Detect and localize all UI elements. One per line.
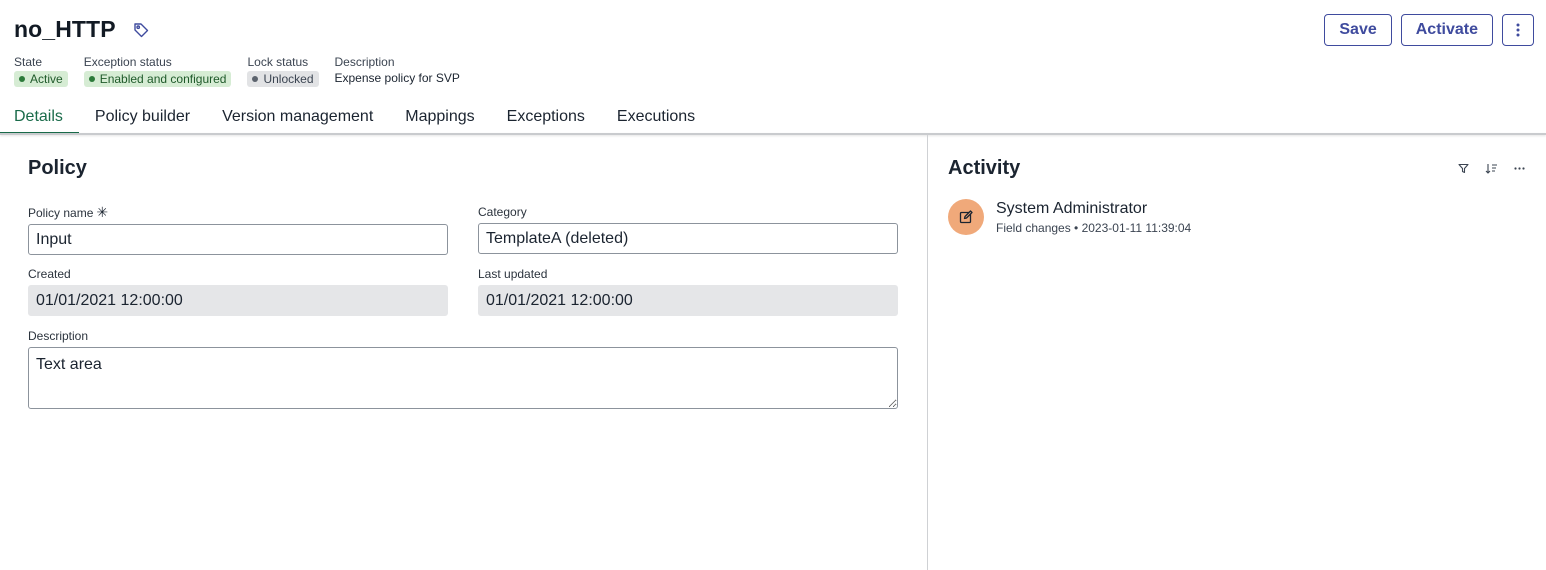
policy-section-title: Policy: [28, 157, 87, 179]
status-dot-icon: [88, 76, 95, 82]
title-row: no_HTTP: [14, 16, 150, 43]
more-options-button[interactable]: [1502, 14, 1534, 46]
page-title: no_HTTP: [14, 16, 116, 42]
exception-status-label: Exception status: [83, 55, 172, 69]
activity-panel: Activity System Administrator Field chan…: [929, 135, 1546, 570]
more-horizontal-icon[interactable]: [1512, 161, 1526, 175]
category-label: Category: [478, 205, 527, 219]
policy-name-input[interactable]: Input: [28, 224, 448, 255]
exception-status-badge: Enabled and configured: [83, 71, 232, 87]
description-label: Description: [28, 329, 89, 343]
header-actions: Save Activate: [1315, 14, 1534, 46]
exception-status-value: Enabled and configured: [99, 72, 227, 86]
policy-name-field: Policy name ✳ Input: [28, 205, 448, 255]
status-dot-icon: [252, 76, 259, 82]
tag-icon[interactable]: [132, 21, 150, 39]
description-meta-value: Expense policy for SVP: [334, 71, 460, 85]
meta-row: State Active Exception status Enabled an…: [14, 55, 476, 87]
description-field: Description Text area: [28, 329, 898, 409]
state-badge: Active: [14, 71, 68, 87]
activity-entry: System Administrator Field changes • 202…: [948, 199, 1191, 236]
lock-status-label: Lock status: [247, 55, 309, 69]
state-meta: State Active: [14, 55, 68, 87]
last-updated-field: Last updated 01/01/2021 12:00:00: [478, 267, 898, 316]
tab-bar: Details Policy builder Version managemen…: [0, 103, 1546, 134]
tab-exceptions[interactable]: Exceptions: [491, 103, 601, 134]
category-input[interactable]: TemplateA (deleted): [478, 223, 898, 254]
lock-status-value: Unlocked: [263, 72, 314, 86]
avatar: [948, 199, 984, 235]
activity-tools: [1442, 161, 1526, 175]
created-value: 01/01/2021 12:00:00: [28, 285, 448, 316]
created-field: Created 01/01/2021 12:00:00: [28, 267, 448, 316]
activity-entry-detail: Field changes • 2023-01-11 11:39:04: [996, 221, 1192, 235]
tab-mappings[interactable]: Mappings: [389, 103, 490, 134]
policy-name-label: Policy name: [28, 206, 94, 220]
policy-panel: Policy Policy name ✳ Input Category Templ…: [0, 135, 928, 570]
filter-icon[interactable]: [1456, 161, 1470, 175]
description-meta-label: Description: [334, 55, 395, 69]
last-updated-value: 01/01/2021 12:00:00: [478, 285, 898, 316]
state-value: Active: [30, 72, 63, 86]
category-field: Category TemplateA (deleted): [478, 205, 898, 254]
tab-details[interactable]: Details: [0, 103, 79, 134]
edit-icon: [959, 210, 973, 224]
lock-status-meta: Lock status Unlocked: [247, 55, 319, 87]
activate-button[interactable]: Activate: [1400, 14, 1493, 46]
last-updated-label: Last updated: [478, 267, 548, 281]
sort-icon[interactable]: [1484, 161, 1498, 175]
created-label: Created: [28, 267, 71, 281]
tab-policy-builder[interactable]: Policy builder: [79, 103, 206, 134]
more-vertical-icon: [1516, 23, 1520, 37]
activity-title: Activity: [948, 157, 1021, 179]
state-label: State: [14, 55, 43, 69]
lock-status-badge: Unlocked: [247, 71, 319, 87]
save-button[interactable]: Save: [1324, 14, 1392, 46]
required-asterisk-icon: ✳: [96, 204, 109, 220]
tab-version-management[interactable]: Version management: [206, 103, 389, 134]
status-dot-icon: [19, 76, 25, 82]
activity-entry-author: System Administrator: [996, 200, 1148, 217]
description-textarea[interactable]: Text area: [28, 347, 898, 409]
description-meta: Description Expense policy for SVP: [335, 55, 460, 87]
record-header: no_HTTP State Active Exception status En…: [0, 0, 1546, 135]
tab-executions[interactable]: Executions: [601, 103, 711, 134]
exception-status-meta: Exception status Enabled and configured: [83, 55, 232, 87]
